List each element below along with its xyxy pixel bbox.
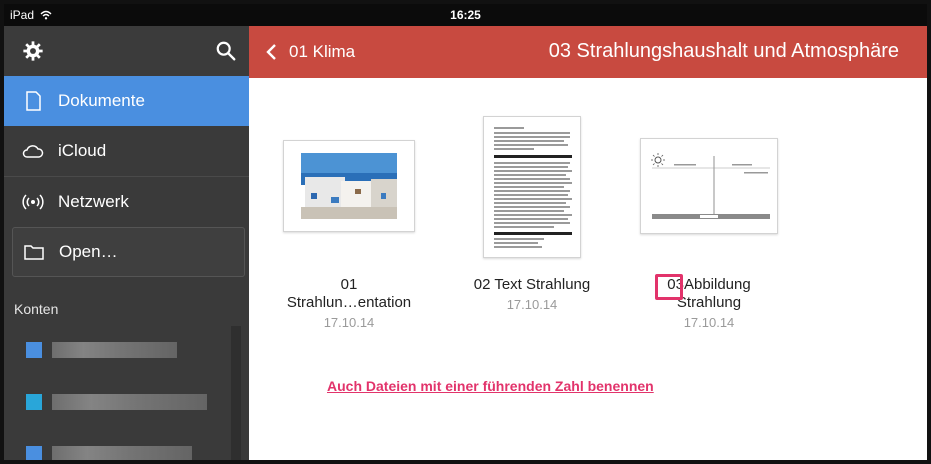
diagram-thumbnail-image <box>644 142 774 230</box>
status-bar: iPad 16:25 <box>4 4 927 26</box>
clock: 16:25 <box>450 8 481 22</box>
wifi-icon <box>22 194 44 210</box>
sidebar-item-open[interactable]: Open… <box>12 227 245 277</box>
document-thumbnail-3[interactable] <box>640 138 778 234</box>
chevron-left-icon <box>266 44 276 60</box>
document-name-line2: Strahlun…entation <box>286 294 412 311</box>
cloud-icon <box>22 145 44 158</box>
highlight-box <box>655 274 683 300</box>
sidebar-item-label: Open… <box>59 242 118 261</box>
account-item[interactable] <box>4 331 249 369</box>
document-icon <box>26 91 41 111</box>
account-name-blurred <box>52 394 207 410</box>
back-label: 01 Klima <box>289 42 356 61</box>
sidebar-toolbar <box>4 26 249 76</box>
search-icon[interactable] <box>215 40 237 62</box>
document-thumbnail-2[interactable] <box>483 116 581 258</box>
account-name-blurred <box>52 446 192 460</box>
document-name-line1: 02 Text Strahlung <box>473 276 591 293</box>
sidebar-item-dokumente[interactable]: Dokumente <box>4 76 249 126</box>
document-date: 17.10.14 <box>323 315 375 330</box>
folder-icon <box>24 245 44 260</box>
back-button[interactable]: 01 Klima <box>265 42 355 62</box>
account-item[interactable] <box>4 383 249 421</box>
page-title: 03 Strahlungshaushalt und Atmosphäre <box>548 40 899 62</box>
sidebar-item-icloud[interactable]: iCloud <box>4 126 249 176</box>
scrollbar[interactable] <box>231 326 241 460</box>
file-browser: 01 Strahlun…entation 17.10.14 02 Text St… <box>249 78 927 460</box>
sidebar-item-label: Dokumente <box>58 91 145 110</box>
annotation-note: Auch Dateien mit einer führenden Zahl be… <box>327 378 654 394</box>
document-name-line1: 03Abbildung <box>629 276 789 294</box>
document-item-1[interactable]: 01 Strahlun…entation 17.10.14 <box>269 276 429 330</box>
account-color-square <box>26 342 42 358</box>
document-date: 17.10.14 <box>683 315 735 330</box>
account-name-blurred <box>52 342 177 358</box>
account-item[interactable] <box>4 435 249 460</box>
account-color-square <box>26 446 42 460</box>
document-name-line2: Strahlung <box>676 294 742 311</box>
navigation-bar: 01 Klima 03 Strahlungshaushalt und Atmos… <box>249 26 927 78</box>
document-name-rest: Abbildung <box>683 276 751 293</box>
account-color-square <box>26 394 42 410</box>
text-page-thumbnail-image <box>491 124 575 252</box>
accounts-list <box>4 331 249 460</box>
document-name-line1: 01 <box>340 276 358 293</box>
sidebar-item-netzwerk[interactable]: Netzwerk <box>4 177 249 227</box>
gear-icon[interactable] <box>22 40 44 62</box>
accounts-section-title: Konten <box>14 301 59 317</box>
ipad-screen: iPad 16:25 Dokumente iCloud Netzwerk Ope… <box>4 4 927 460</box>
sidebar: Dokumente iCloud Netzwerk Open… Konten <box>4 26 249 460</box>
sidebar-item-label: Netzwerk <box>58 192 129 211</box>
document-item-3[interactable]: 03Abbildung Strahlung 17.10.14 <box>629 276 789 330</box>
document-thumbnail-1[interactable] <box>283 140 415 232</box>
sidebar-item-label: iCloud <box>58 141 107 160</box>
document-date: 17.10.14 <box>506 297 558 312</box>
photo-thumbnail-image <box>301 153 397 219</box>
document-item-2[interactable]: 02 Text Strahlung 17.10.14 <box>452 276 612 312</box>
